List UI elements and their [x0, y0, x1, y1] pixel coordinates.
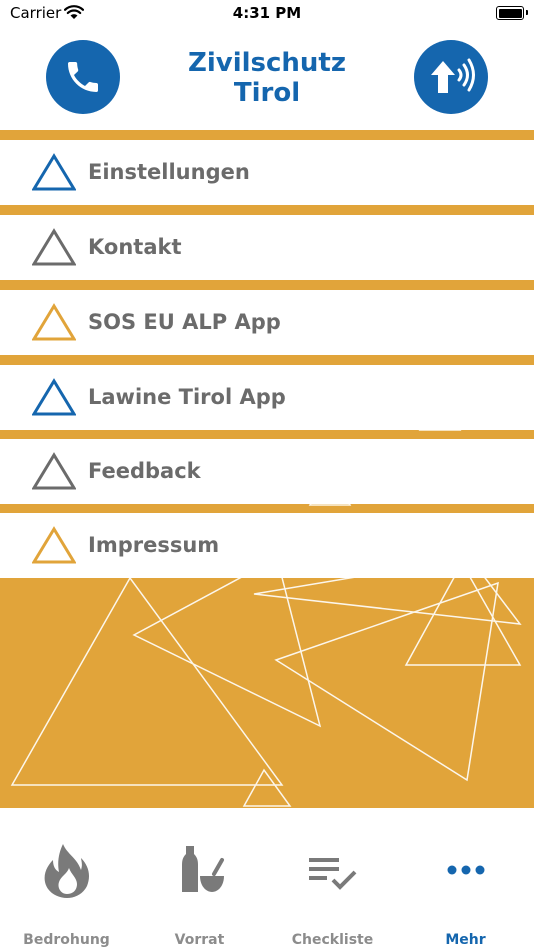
menu-item-label: Feedback: [88, 459, 201, 483]
clock: 4:31 PM: [232, 4, 302, 22]
triangle-outline-shape: [32, 153, 76, 191]
more-menu: Einstellungen Kontakt SOS EU ALP App Law…: [0, 130, 534, 808]
triangle-outline-icon: [32, 153, 76, 191]
siren-signal-icon: [431, 58, 475, 93]
flame-icon: [44, 844, 89, 898]
triangle-outline-icon: [32, 526, 76, 564]
more-dots-icon: [447, 865, 484, 875]
menu-item-label: Einstellungen: [88, 160, 250, 184]
tab-label: Bedrohung: [23, 932, 110, 948]
triangle-outline-icon: [32, 303, 76, 341]
call-button[interactable]: [46, 40, 120, 114]
menu-item-lawine-tirol-app[interactable]: Lawine Tirol App: [0, 365, 534, 430]
triangle-outline-icon: [32, 378, 76, 416]
tab-bedrohung[interactable]: Bedrohung: [0, 808, 133, 950]
tab-checkliste[interactable]: Checkliste: [266, 808, 399, 950]
bottle-mortar-icon: [181, 846, 224, 892]
checklist-icon: [308, 858, 356, 890]
menu-item-label: Lawine Tirol App: [88, 385, 286, 409]
triangle-outline-shape: [32, 303, 76, 341]
battery-icon: [496, 6, 528, 20]
menu-item-sos-eu-alp-app[interactable]: SOS EU ALP App: [0, 290, 534, 355]
tab-label: Checkliste: [291, 932, 374, 948]
tab-label: Vorrat: [174, 932, 225, 948]
triangle-outline-shape: [32, 228, 76, 266]
app-title-line1: Zivilschutz: [187, 48, 346, 78]
menu-item-label: SOS EU ALP App: [88, 310, 281, 334]
tab-bar: Bedrohung Vorrat Checkliste Mehr: [0, 808, 534, 950]
menu-item-label: Impressum: [88, 533, 220, 557]
triangle-outline-icon: [32, 452, 76, 490]
triangle-outline-shape: [32, 378, 76, 416]
menu-item-einstellungen[interactable]: Einstellungen: [0, 140, 534, 205]
menu-item-feedback[interactable]: Feedback: [0, 439, 534, 504]
triangle-outline-shape: [32, 526, 76, 564]
status-bar: Carrier 4:31 PM: [0, 0, 534, 30]
tab-vorrat[interactable]: Vorrat: [133, 808, 266, 950]
phone-icon: [68, 62, 98, 92]
app-header: Zivilschutz Tirol: [0, 30, 534, 130]
triangle-outline-shape: [32, 452, 76, 490]
tab-mehr[interactable]: Mehr: [399, 808, 532, 950]
alarm-signals-button[interactable]: [414, 40, 488, 114]
triangle-outline-icon: [32, 228, 76, 266]
app-title-line2: Tirol: [233, 78, 301, 108]
tab-label: Mehr: [445, 932, 486, 948]
menu-item-label: Kontakt: [88, 235, 182, 259]
menu-item-impressum[interactable]: Impressum: [0, 513, 534, 578]
app-title: Zivilschutz Tirol: [150, 48, 384, 108]
menu-item-kontakt[interactable]: Kontakt: [0, 215, 534, 280]
